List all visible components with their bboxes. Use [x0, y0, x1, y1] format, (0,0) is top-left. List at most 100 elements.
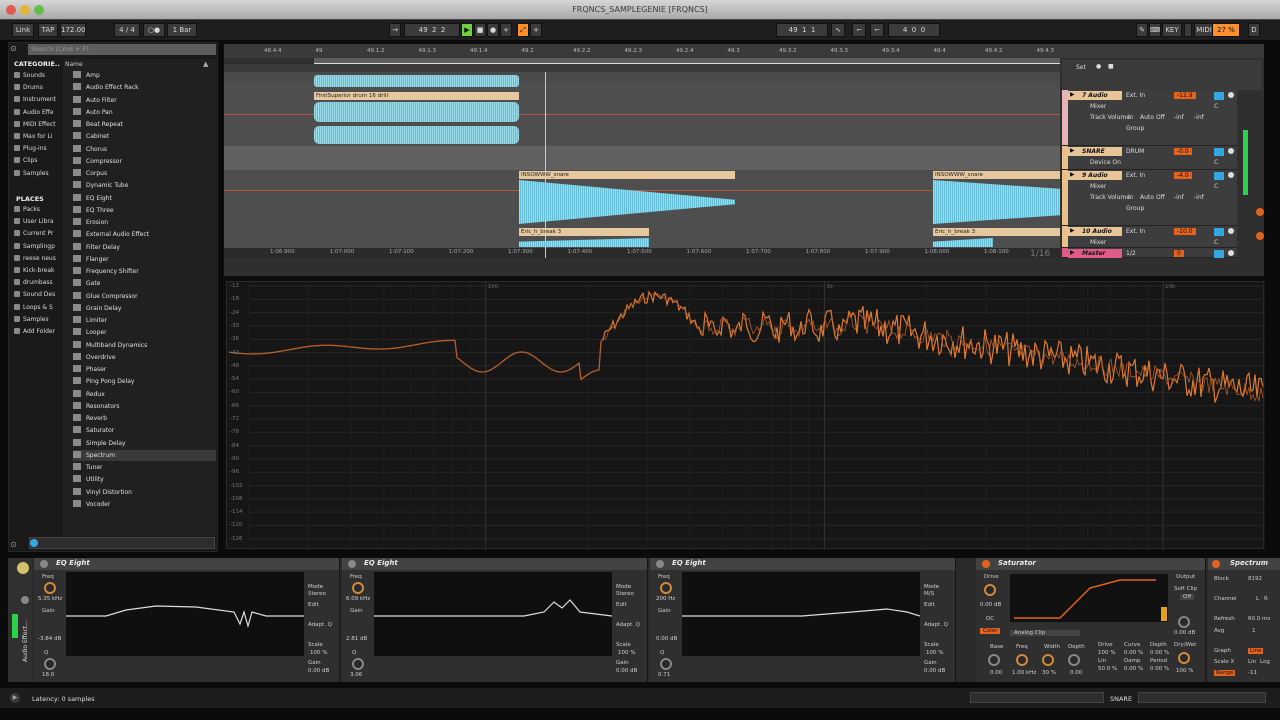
place-item[interactable]: drumbass — [14, 279, 53, 286]
dc-button[interactable]: DC — [986, 616, 994, 622]
track-volume-field[interactable]: -10.0 — [1174, 228, 1196, 235]
arm-button[interactable] — [1228, 172, 1234, 178]
scale-value[interactable]: 100 % — [926, 650, 943, 656]
channel-r-button[interactable]: R — [1264, 596, 1268, 602]
track-fold-icon[interactable]: ▶ — [1070, 147, 1075, 154]
mode-select[interactable]: Stereo — [308, 591, 326, 597]
place-item[interactable]: Current Pr — [14, 230, 53, 237]
monitor-auto-button[interactable]: Auto — [1140, 114, 1154, 121]
dry-wet-value[interactable]: 100 % — [1176, 668, 1193, 674]
mode-select[interactable]: Stereo — [616, 591, 634, 597]
browser-list-item[interactable]: Gate — [73, 278, 216, 289]
send-b-field[interactable]: -inf — [1194, 194, 1204, 201]
beat-ruler[interactable]: 48.4.4 49 49.1.2 49.1.3 49.1.4 49.2 49.2.2 49.2… — [224, 44, 1264, 58]
output-knob[interactable] — [1178, 616, 1190, 628]
q-value[interactable]: 3.06 — [350, 672, 362, 678]
sort-arrow-icon[interactable]: ▲ — [203, 60, 208, 68]
monitor-in-button[interactable]: In — [1128, 194, 1134, 201]
freq-value[interactable]: 200 Hz — [656, 596, 675, 602]
ws-depth-value[interactable]: 0.00 % — [1150, 650, 1169, 656]
drive-knob[interactable] — [984, 584, 996, 596]
ws-period-value[interactable]: 0.00 % — [1150, 666, 1169, 672]
metronome-button[interactable]: ○● — [143, 23, 165, 37]
range-value[interactable]: -11 — [1248, 670, 1257, 676]
waveshaper-type-select[interactable]: Analog Clip — [1010, 630, 1080, 636]
track-title-bar[interactable]: ▶ 10 Audio — [1068, 227, 1122, 236]
browser-list-item[interactable]: Redux — [73, 389, 216, 400]
record-button[interactable]: ● — [487, 23, 499, 37]
status-scroll-field[interactable] — [970, 692, 1104, 703]
browser-list-item[interactable]: Overdrive — [73, 352, 216, 363]
time-signature-field[interactable]: 4 / 4 — [114, 23, 140, 37]
category-item[interactable]: Plug-ins — [14, 145, 47, 152]
scale-lin-button[interactable]: Lin — [1248, 659, 1256, 665]
browser-list-item[interactable]: Flanger — [73, 254, 216, 265]
browser-list-item[interactable]: Cabinet — [73, 131, 216, 142]
ws-lin-value[interactable]: 50.0 % — [1098, 666, 1117, 672]
output-gain-value[interactable]: 0.00 dB — [616, 668, 637, 674]
pan-field[interactable]: C — [1214, 183, 1218, 190]
clip-snare-a[interactable]: INSOWWW_snare — [519, 171, 735, 179]
pan-field[interactable]: C — [1214, 103, 1218, 110]
eq-curve-display[interactable] — [374, 572, 613, 656]
edit-button[interactable]: Edit — [616, 602, 627, 608]
name-column-header[interactable]: Name — [65, 61, 83, 68]
freq-value[interactable]: 1.00 kHz — [1012, 670, 1036, 676]
play-button[interactable]: ▶ — [461, 23, 473, 37]
browser-toggle-icon[interactable]: ⊙ — [10, 44, 24, 54]
track-title-bar[interactable]: ▶ Master — [1068, 249, 1122, 258]
browser-list-item[interactable]: Amp — [73, 70, 216, 81]
tempo-field[interactable]: 172.00 — [60, 23, 86, 37]
track-volume-field[interactable]: -12.9 — [1174, 92, 1196, 99]
arm-button[interactable] — [1228, 92, 1234, 98]
place-item[interactable]: Loops & S — [14, 303, 53, 311]
input-type-select[interactable]: DRUM — [1126, 148, 1144, 155]
browser-list-item[interactable]: Tuner — [73, 462, 216, 473]
dry-wet-knob[interactable] — [1178, 652, 1190, 664]
track-fold-icon[interactable]: ▶ — [1070, 249, 1075, 256]
browser-list-item[interactable]: Vocoder — [73, 499, 216, 510]
automation-arm-button[interactable]: ⤢ — [517, 23, 529, 37]
solo-button[interactable] — [1214, 92, 1224, 100]
rack-toggle-icon[interactable] — [21, 596, 29, 604]
mixer-track-10-audio[interactable]: ▶ 10 Audio Ext. In Mixer -10.0 C — [1062, 226, 1237, 248]
place-item[interactable]: User Libra — [14, 218, 54, 225]
browser-list-item[interactable]: Spectrum — [73, 449, 216, 461]
arm-button[interactable] — [1228, 148, 1234, 154]
browser-list-item[interactable]: EQ Eight — [73, 193, 216, 204]
solo-button[interactable] — [1214, 148, 1224, 156]
stop-button[interactable]: ■ — [474, 23, 486, 37]
quantize-menu[interactable]: 1 Bar — [167, 23, 197, 37]
output-gain-value[interactable]: 0.00 dB — [924, 668, 945, 674]
adaptive-q-button[interactable]: Adapt. Q — [616, 622, 640, 628]
channel-l-button[interactable]: L — [1256, 596, 1259, 602]
browser-list-item[interactable]: External Audio Effect — [73, 229, 216, 240]
browser-list-item[interactable]: Vinyl Distortion — [73, 487, 216, 498]
automation-param-select[interactable]: Track Volume — [1090, 114, 1130, 121]
q-knob[interactable] — [660, 658, 672, 670]
soft-clip-toggle[interactable]: Off — [1180, 594, 1195, 600]
depth-knob[interactable] — [1068, 654, 1080, 666]
browser-list-item[interactable]: Beat Repeat — [73, 119, 216, 130]
loop-start-display[interactable]: 49 1 1 — [776, 23, 828, 37]
track-title-bar[interactable]: ▶ 7 Audio — [1068, 91, 1122, 100]
input-type-select[interactable]: Ext. In — [1126, 172, 1145, 179]
monitor-select[interactable]: Mixer — [1090, 239, 1106, 246]
browser-list-item[interactable]: Audio Effect Rack — [73, 82, 216, 93]
spectrum-analyzer[interactable]: -12 -18 -24 -30 -36 -42 -48 -54 -60 -66 -72 -78 -84 -… — [226, 281, 1266, 550]
place-item[interactable]: Samplingp — [14, 242, 55, 250]
monitor-select[interactable]: Device On — [1090, 159, 1121, 166]
tap-tempo-button[interactable]: TAP — [38, 23, 58, 37]
computer-keyboard-icon[interactable]: ⌨ — [1149, 23, 1161, 37]
loop-switch-icon[interactable]: ∿ — [831, 23, 845, 37]
device-power-icon[interactable] — [1212, 560, 1220, 568]
edit-button[interactable]: Edit — [308, 602, 319, 608]
place-item[interactable]: Kick-break — [14, 267, 55, 274]
category-item[interactable]: Sounds — [14, 72, 45, 79]
device-power-icon[interactable] — [348, 560, 356, 568]
solo-button[interactable] — [1214, 228, 1224, 236]
browser-list-item[interactable]: Saturator — [73, 425, 216, 436]
scale-value[interactable]: 100 % — [310, 650, 327, 656]
song-position-display[interactable]: 49 2 2 — [404, 23, 460, 37]
overdub-button[interactable]: + — [500, 23, 512, 37]
